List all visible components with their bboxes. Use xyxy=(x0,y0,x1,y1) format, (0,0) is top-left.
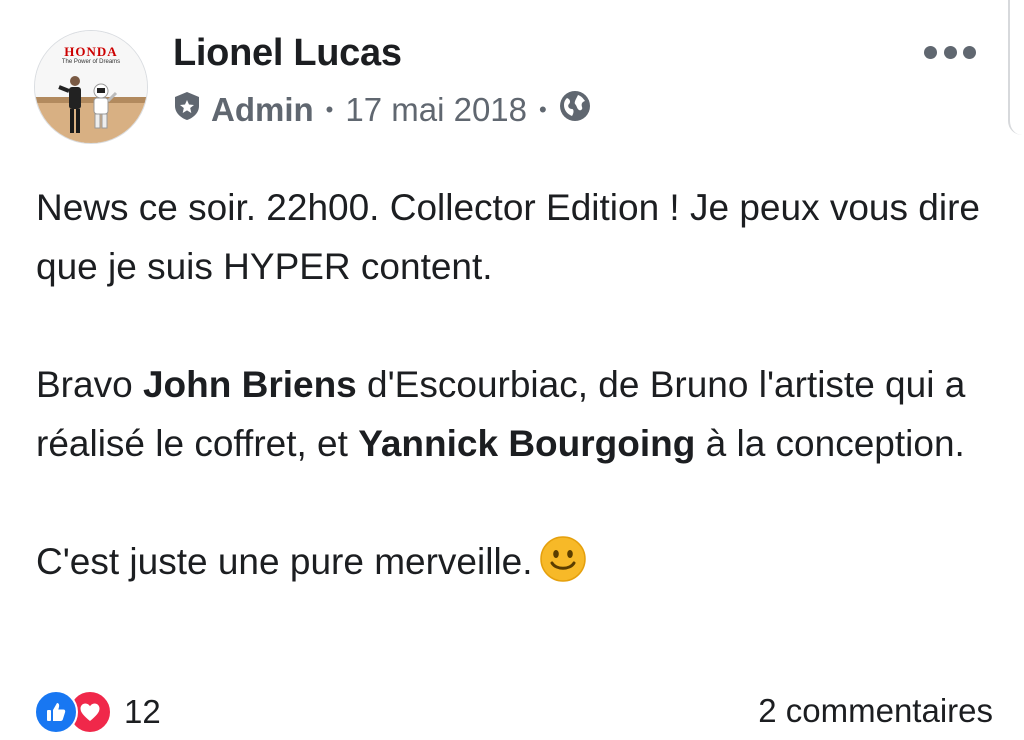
role-label[interactable]: Admin xyxy=(211,91,314,129)
post-text: News ce soir. 22h00. Collector Edition !… xyxy=(36,178,1011,600)
post-date[interactable]: 17 mai 2018 xyxy=(345,91,527,129)
post-paragraph: Bravo John Briens d'Escourbiac, de Bruno… xyxy=(36,355,1011,473)
more-dot xyxy=(924,45,937,59)
more-dot xyxy=(963,45,976,59)
text-segment: à la conception. xyxy=(695,423,965,464)
slightly-smiling-face-icon xyxy=(539,535,587,600)
avatar[interactable]: HONDA The Power of Dreams xyxy=(34,30,148,144)
author-name[interactable]: Lionel Lucas xyxy=(173,32,402,75)
reactions-summary[interactable]: 12 xyxy=(34,690,161,734)
more-options-icon[interactable] xyxy=(924,34,976,70)
comments-link[interactable]: 2 commentaires xyxy=(758,690,993,732)
globe-icon[interactable] xyxy=(559,90,591,130)
text-segment: C'est juste une pure merveille. xyxy=(36,541,533,582)
admin-badge-icon xyxy=(172,91,202,129)
more-dot xyxy=(943,45,957,59)
tagged-person-link[interactable]: John Briens xyxy=(143,364,357,405)
reaction-count: 12 xyxy=(124,693,161,730)
text-segment: Bravo xyxy=(36,364,143,405)
like-icon xyxy=(34,690,78,734)
meta-separator: • xyxy=(539,97,547,122)
post-meta: Admin • 17 mai 2018 • xyxy=(172,88,591,132)
window-edge xyxy=(1008,0,1024,135)
meta-separator: • xyxy=(325,97,334,122)
avatar-tagline: The Power of Dreams xyxy=(61,59,121,65)
post-paragraph: C'est juste une pure merveille. xyxy=(36,532,1011,600)
tagged-person-link[interactable]: Yannick Bourgoing xyxy=(358,423,695,464)
post-paragraph: News ce soir. 22h00. Collector Edition !… xyxy=(36,187,980,287)
avatar-logo: HONDA xyxy=(64,44,118,59)
